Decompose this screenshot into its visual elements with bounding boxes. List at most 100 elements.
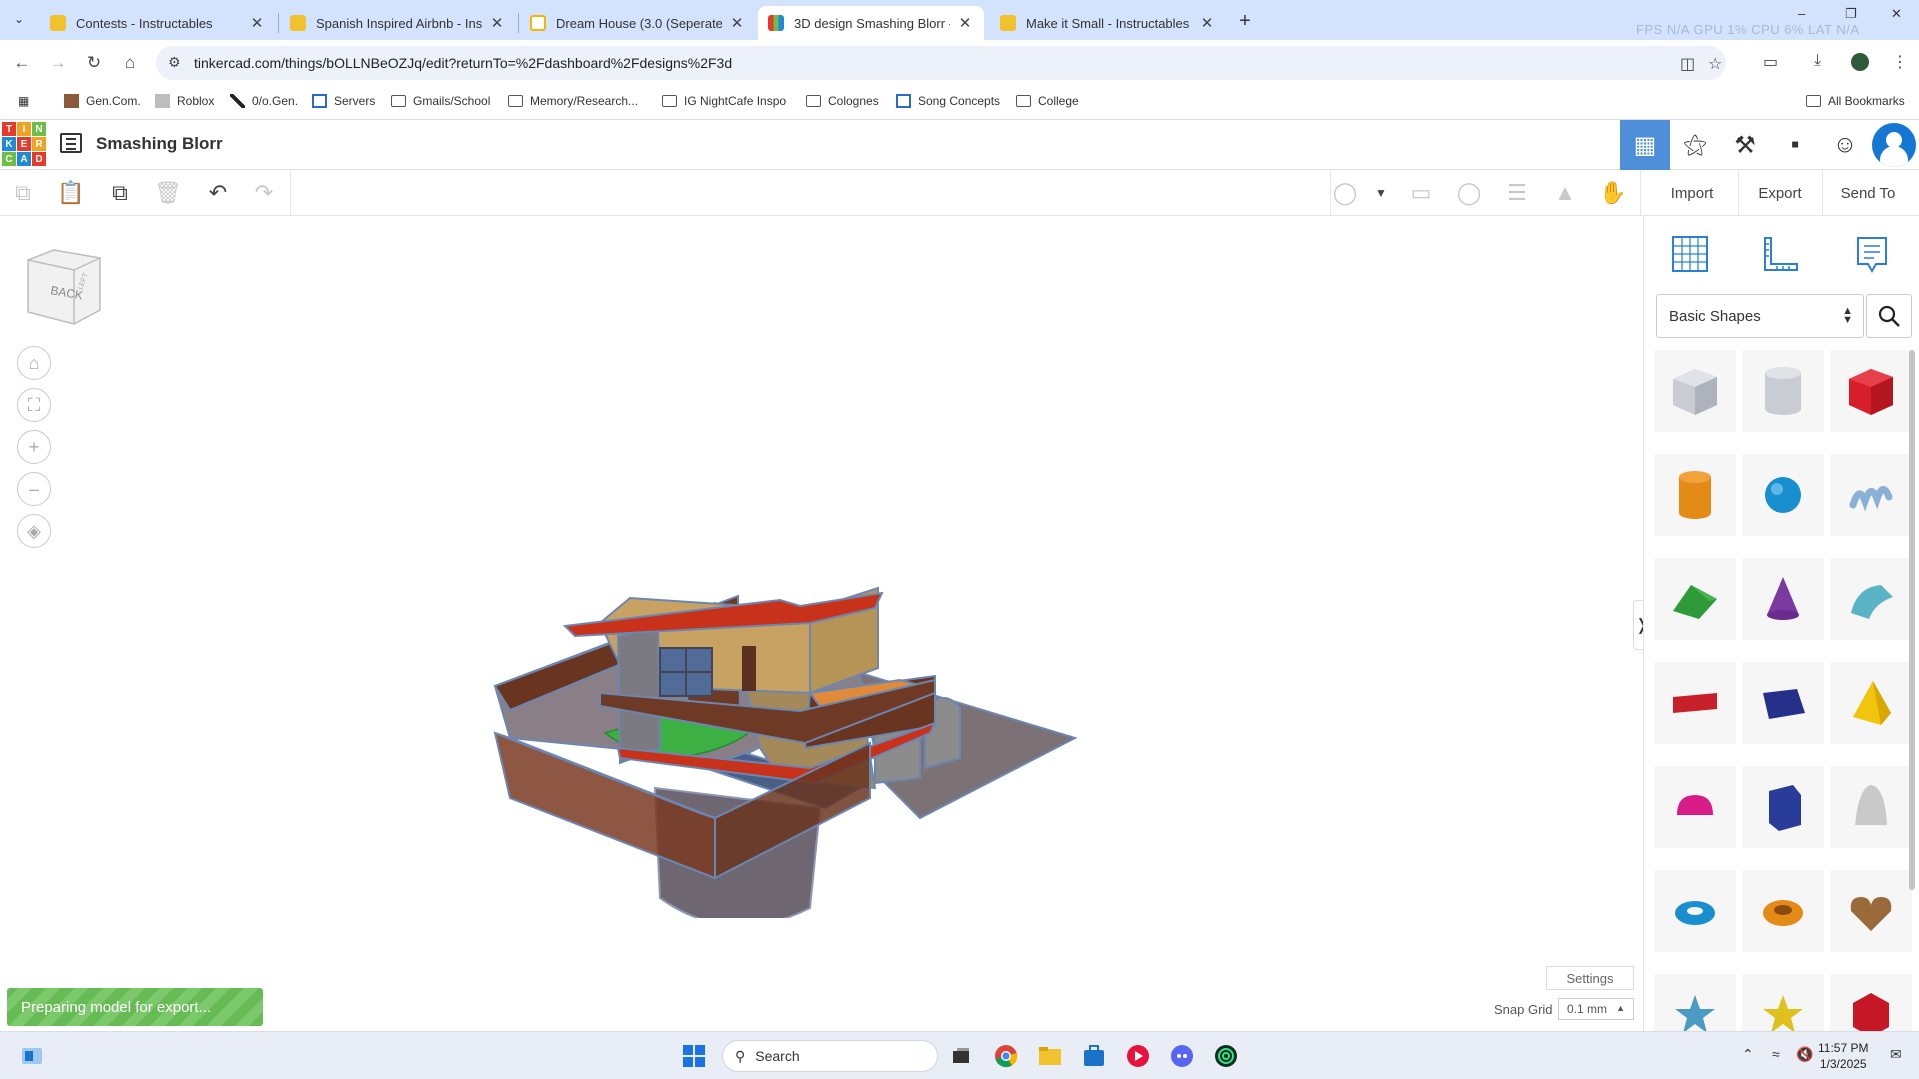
file-explorer-icon[interactable] <box>1036 1042 1064 1070</box>
blocks-icon[interactable]: ⚝ <box>1670 120 1720 170</box>
ruler-icon[interactable] <box>1756 230 1804 278</box>
back-arrow-icon[interactable]: ← <box>11 52 33 74</box>
profile-avatar-icon[interactable] <box>1851 53 1869 71</box>
export-button[interactable]: Export <box>1740 178 1820 208</box>
redo-icon[interactable]: ↷ <box>251 180 277 206</box>
bookmark-song-concepts[interactable]: Song Concepts <box>896 94 1000 108</box>
apps-grid-icon[interactable]: ▦ <box>18 94 29 108</box>
sim-lab-icon[interactable]: ▪ <box>1770 120 1820 170</box>
notes-icon[interactable] <box>1848 230 1896 278</box>
discord-icon[interactable] <box>1168 1042 1196 1070</box>
close-icon[interactable]: ✕ <box>728 14 746 32</box>
home-view-icon[interactable]: ⌂ <box>17 346 51 380</box>
shape-cone[interactable] <box>1742 558 1824 640</box>
restore-icon[interactable]: ❐ <box>1845 6 1857 22</box>
shape-icosahedron[interactable] <box>1830 974 1912 1031</box>
bookmark-roblox[interactable]: Roblox <box>155 94 214 108</box>
tinkercad-logo[interactable]: T I N K E R C A D <box>2 122 46 166</box>
install-app-icon[interactable]: ◫ <box>1680 54 1695 74</box>
bookmark-folder-gmails[interactable]: Gmails/School <box>391 94 490 108</box>
mirror-icon[interactable]: ▲ <box>1552 180 1578 206</box>
delete-trash-icon[interactable]: 🗑 <box>154 180 182 206</box>
light-bulb-icon[interactable]: ◯ <box>1332 180 1358 206</box>
shape-box-hole[interactable] <box>1654 350 1736 432</box>
shape-star[interactable] <box>1654 974 1736 1031</box>
invite-user-icon[interactable]: ☺ <box>1820 120 1870 170</box>
volume-muted-icon[interactable]: 🔇 <box>1796 1046 1813 1063</box>
align-icon[interactable]: ☰ <box>1504 180 1530 206</box>
browser-tab-contests[interactable]: Contests - Instructables ✕ <box>40 6 276 40</box>
browser-tab-make-it-small[interactable]: Make it Small - Instructables ✕ <box>990 6 1226 40</box>
shape-pyramid[interactable] <box>1830 662 1912 744</box>
user-avatar[interactable] <box>1872 123 1916 167</box>
tray-chevron-up-icon[interactable]: ⌃ <box>1742 1046 1754 1063</box>
browser-tab-tinkercad[interactable]: 3D design Smashing Blorr - Tink ✕ <box>758 6 984 40</box>
bookmark-folder-memory[interactable]: Memory/Research... <box>508 94 638 108</box>
shape-wedge[interactable] <box>1742 662 1824 744</box>
undo-icon[interactable]: ↶ <box>205 180 231 206</box>
workplane-grid-icon[interactable] <box>1666 230 1714 278</box>
chevron-down-icon[interactable]: ▼ <box>1368 180 1394 206</box>
shape-heart[interactable] <box>1830 870 1912 952</box>
minimize-icon[interactable]: – <box>1798 6 1805 21</box>
all-bookmarks[interactable]: All Bookmarks <box>1806 94 1905 108</box>
browser-tab-airbnb[interactable]: Spanish Inspired Airbnb - Instru ✕ <box>280 6 516 40</box>
download-icon[interactable]: ⤓ <box>1814 52 1821 70</box>
tab-search-chevron-icon[interactable]: ⌄ <box>8 8 30 30</box>
bookmark-servers[interactable]: Servers <box>312 94 375 108</box>
shape-text[interactable] <box>1654 662 1736 744</box>
shape-scribble[interactable] <box>1830 454 1912 536</box>
task-view-icon[interactable] <box>947 1042 975 1070</box>
reload-icon[interactable]: ↻ <box>83 52 105 74</box>
taskbar-search[interactable]: ⚲ Search <box>722 1040 938 1072</box>
close-icon[interactable]: ✕ <box>956 14 974 32</box>
3d-view-grid-icon[interactable]: ▦ <box>1620 120 1670 170</box>
bookmark-folder-college[interactable]: College <box>1016 94 1079 108</box>
shape-cylinder-hole[interactable] <box>1742 350 1824 432</box>
url-text[interactable]: tinkercad.com/things/bOLLNBeOZJq/edit?re… <box>194 55 732 71</box>
house-3d-model[interactable] <box>480 448 1090 918</box>
shapes-scrollbar[interactable] <box>1909 350 1915 890</box>
import-button[interactable]: Import <box>1648 178 1736 208</box>
shape-paraboloid[interactable] <box>1830 766 1912 848</box>
fit-view-icon[interactable]: ⛶ <box>17 388 51 422</box>
design-title[interactable]: Smashing Blorr <box>96 134 223 154</box>
new-tab-plus-icon[interactable]: + <box>1232 8 1258 34</box>
close-icon[interactable]: ✕ <box>1198 14 1216 32</box>
cruise-icon[interactable]: ✋ <box>1599 180 1626 206</box>
zoom-in-icon[interactable]: + <box>17 430 51 464</box>
settings-button[interactable]: Settings <box>1546 966 1634 990</box>
shape-roof[interactable] <box>1654 558 1736 640</box>
design-list-icon[interactable] <box>60 133 82 153</box>
bookmark-o-gen[interactable]: 0/o.Gen. <box>230 94 298 108</box>
view-cube[interactable]: BACK LEFT <box>20 246 102 328</box>
ungroup-icon[interactable]: ◯ <box>1456 180 1482 206</box>
bookmark-folder-nightcafe[interactable]: IG NightCafe Inspo <box>662 94 786 108</box>
home-icon[interactable]: ⌂ <box>119 52 141 74</box>
extensions-puzzle-icon[interactable]: ▭ <box>1763 52 1778 72</box>
system-clock[interactable]: 11:57 PM 1/3/2025 <box>1818 1040 1868 1072</box>
duplicate-icon[interactable]: ⧉ <box>107 180 133 206</box>
browser-tab-dream-house[interactable]: Dream House (3.0 (Seperated in ✕ <box>520 6 756 40</box>
shape-box[interactable] <box>1830 350 1912 432</box>
bookmark-star-icon[interactable]: ☆ <box>1708 54 1722 74</box>
bookmark-folder-colognes[interactable]: Colognes <box>806 94 879 108</box>
shape-polygon[interactable] <box>1742 766 1824 848</box>
workplane-canvas[interactable]: BACK LEFT ⌂ ⛶ + – ◈ ❭ Settings Snap Grid… <box>0 216 1651 1031</box>
send-to-button[interactable]: Send To <box>1824 178 1912 208</box>
shape-half-sphere[interactable] <box>1654 766 1736 848</box>
widgets-icon[interactable] <box>18 1042 46 1070</box>
youtube-music-icon[interactable] <box>1124 1042 1152 1070</box>
shape-search-button[interactable] <box>1866 294 1912 338</box>
shape-torus[interactable] <box>1654 870 1736 952</box>
perspective-icon[interactable]: ◈ <box>17 514 51 548</box>
chrome-icon[interactable] <box>992 1042 1020 1070</box>
app-spiral-icon[interactable] <box>1212 1042 1240 1070</box>
bookmark-gen-com[interactable]: Gen.Com. <box>64 94 141 108</box>
paste-icon[interactable]: 📋 <box>57 180 84 206</box>
browser-menu-icon[interactable]: ⋮ <box>1892 52 1908 72</box>
shape-round-roof[interactable] <box>1830 558 1912 640</box>
notifications-icon[interactable]: ✉ <box>1890 1046 1902 1063</box>
group-icon[interactable]: ▭ <box>1408 180 1434 206</box>
shape-sphere[interactable] <box>1742 454 1824 536</box>
